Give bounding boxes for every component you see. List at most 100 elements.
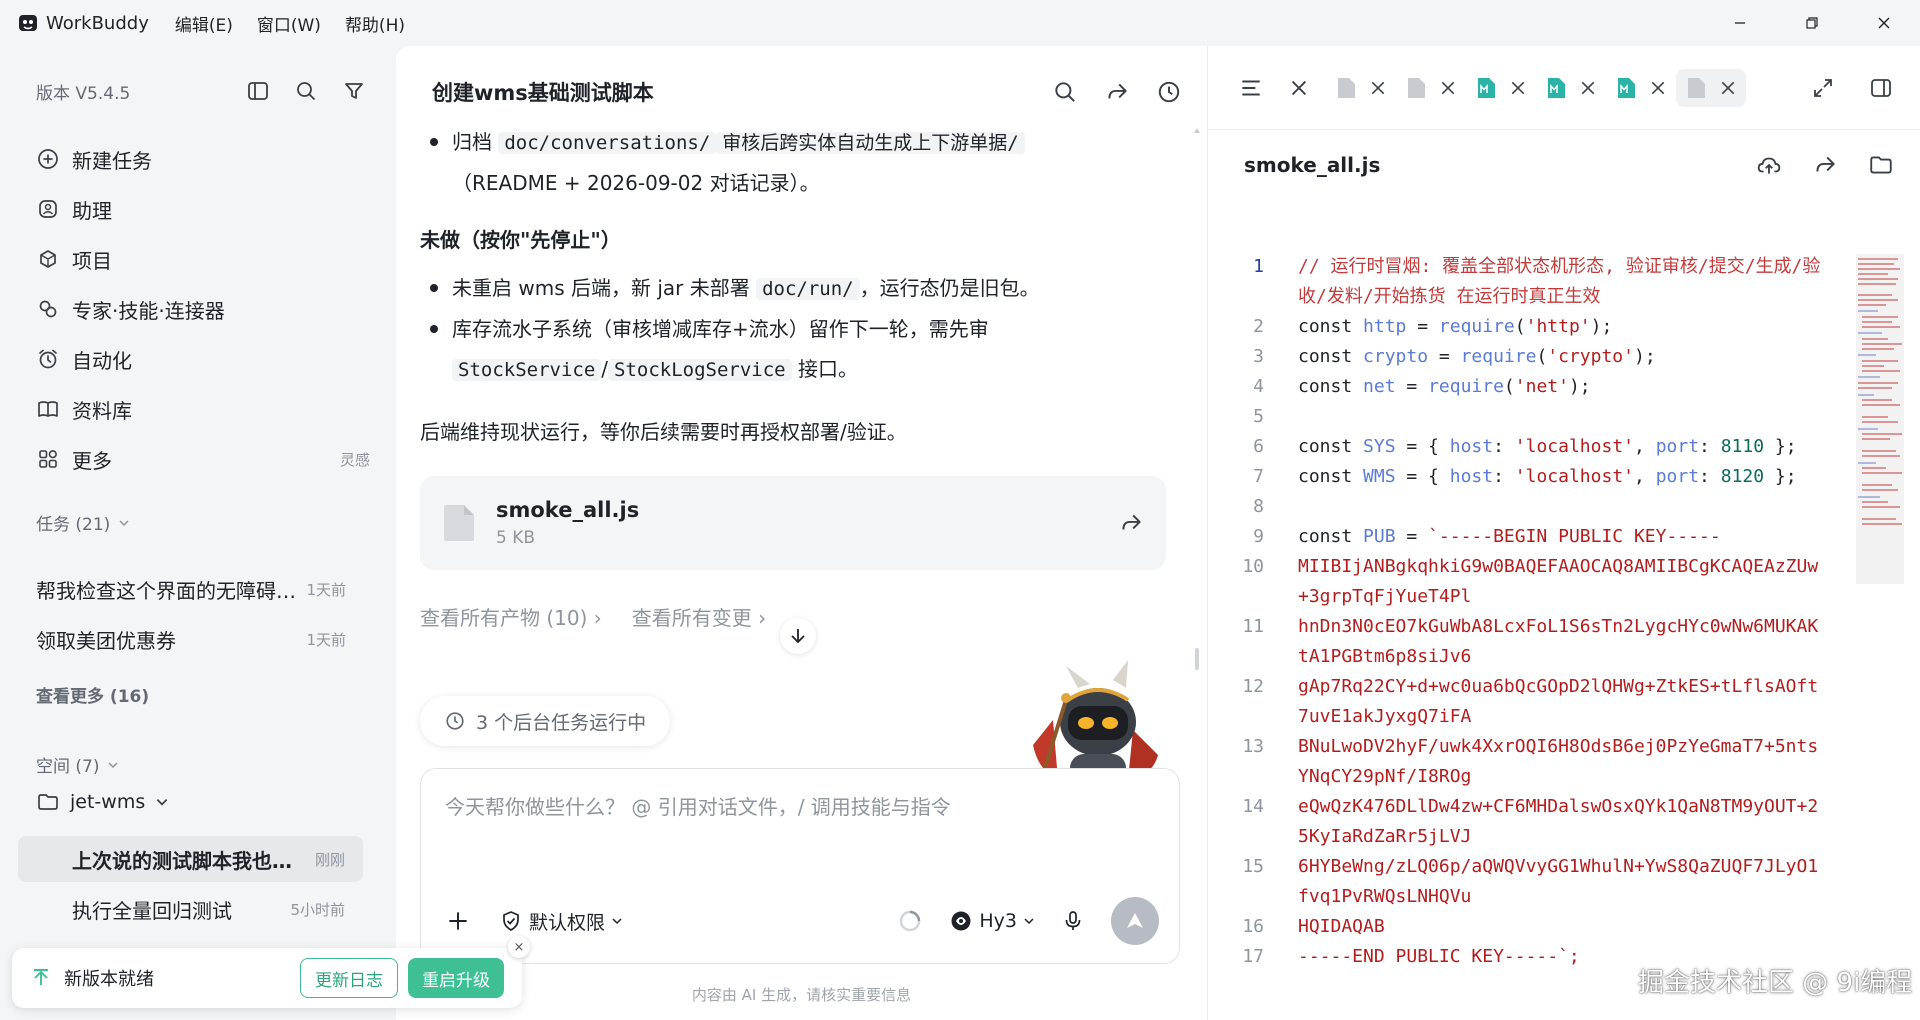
share-icon[interactable] [1118,510,1144,536]
version-label: 版本 V5.4.5 [36,83,131,104]
changelog-button[interactable]: 更新日志 [300,958,398,998]
markdown-file-icon [1548,77,1565,98]
preview-tab[interactable] [1406,77,1456,99]
alarm-clock-icon [39,349,57,369]
nav-new-task[interactable]: 新建任务 [36,134,366,184]
menu-help[interactable]: 帮助(H) [345,11,405,36]
line-number: 17 [1242,946,1264,967]
task-row[interactable]: 帮我检查这个界面的无障碍问题 1天前 [36,564,346,614]
preview-tab[interactable] [1546,77,1596,99]
chevron-down-icon [1024,918,1034,925]
nav-assistant[interactable]: 助理 [36,184,366,234]
spaces-section-header[interactable]: 空间 (7) [36,752,119,777]
menu-edit[interactable]: 编辑(E) [175,11,233,36]
preview-tab[interactable] [1616,77,1666,99]
app-name: WorkBuddy [46,12,149,34]
task-title: 帮我检查这个界面的无障碍问题 [36,578,297,603]
send-button[interactable] [1111,897,1159,945]
preview-tab[interactable] [1476,77,1526,99]
minimize-button[interactable] [1704,0,1776,46]
title-bar: WorkBuddy 编辑(E) 窗口(W) 帮助(H) [0,0,1920,46]
space-task-active[interactable]: 上次说的测试脚本我也要一下 刚刚 [18,836,363,882]
see-more-tasks[interactable]: 查看更多 (16) [36,682,149,707]
message-undone-list: 未重启 wms 后端，新 jar 未部署 doc/run/，运行态仍是旧包。 库… [420,268,1180,390]
microphone-icon[interactable] [1061,909,1085,933]
code-line: 8 [1228,492,1828,522]
view-all-changes-link[interactable]: 查看所有变更 › [632,602,766,631]
background-tasks-pill[interactable]: 3 个后台任务运行中 [420,696,671,746]
code-token: = [1406,316,1439,337]
file-attachment-card[interactable]: smoke_all.js 5 KB [420,476,1166,570]
upload-cloud-icon[interactable] [1756,152,1782,178]
code-token: = [1395,526,1429,547]
scroll-to-bottom-button[interactable] [780,618,816,654]
share-icon[interactable] [1104,79,1130,105]
undone-text: 库存流水子系统（审核增减库存+流水）留作下一轮，需先审 [452,317,989,341]
code-token: host [1449,436,1494,457]
close-icon[interactable] [1580,80,1596,96]
attachment-name: smoke_all.js [496,498,640,522]
filter-icon[interactable] [342,79,366,103]
restore-button[interactable] [1776,0,1848,46]
code-minimap[interactable] [1856,254,1904,584]
search-icon[interactable] [1052,79,1078,105]
chat-input-placeholder[interactable]: 今天帮你做些什么？ @ 引用对话文件，/ 调用技能与指令 [445,791,951,820]
line-number: 6 [1253,436,1264,457]
model-selector[interactable]: Hy3 [949,909,1035,933]
code-line: 9 const PUB = `-----BEGIN PUBLIC KEY----- [1228,522,1828,552]
assistant-icon [39,200,57,218]
panel-toggle-icon[interactable] [1869,76,1893,100]
nav-project[interactable]: 项目 [36,234,366,284]
restart-upgrade-button[interactable]: 重启升级 [408,958,504,998]
nav-expert[interactable]: 专家·技能·连接器 [36,284,366,334]
preview-tab-active[interactable] [1676,68,1746,107]
share-icon[interactable] [1812,152,1838,178]
space-folder-jet-wms[interactable]: jet-wms [36,790,169,814]
code-line: 16 HQIDAQAB [1228,912,1828,942]
tasks-section-header[interactable]: 任务 (21) [36,510,130,535]
history-icon[interactable] [1156,79,1182,105]
menu-window[interactable]: 窗口(W) [257,11,321,36]
nav-automation[interactable]: 自动化 [36,334,366,384]
task-row[interactable]: 领取美团优惠券 1天前 [36,614,346,664]
menu-lines-icon[interactable] [1238,75,1264,101]
toast-close-button[interactable]: × [508,936,530,958]
chat-input-box[interactable]: 今天帮你做些什么？ @ 引用对话文件，/ 调用技能与指令 默认权限 Hy3 [420,768,1180,964]
close-icon[interactable] [1720,80,1736,96]
code-text: eQwQzK476DLlDw4zw+CF6MHDalswOsxQYk1QaN8T… [1298,792,1828,852]
nav-more[interactable]: 更多 灵感 [36,434,370,484]
code-token: , [1634,466,1656,487]
undone-text: 未重启 wms 后端，新 jar 未部署 [452,276,750,300]
close-window-button[interactable] [1848,0,1920,46]
list-item: 库存流水子系统（审核增减库存+流水）留作下一轮，需先审 StockService… [420,309,1180,390]
code-viewer[interactable]: 1 // 运行时冒烟: 覆盖全部状态机形态, 验证审核/提交/生成/验收/发料/开… [1228,252,1828,972]
preview-tab[interactable] [1336,77,1386,99]
line-number: 7 [1253,466,1264,487]
nav-library[interactable]: 资料库 [36,384,366,434]
line-number: 16 [1242,916,1264,937]
code-line: 5 [1228,402,1828,432]
nav-label: 助理 [72,198,112,223]
close-icon[interactable] [1510,80,1526,96]
inline-code: StockService [452,359,602,381]
add-icon[interactable] [445,908,471,934]
space-task[interactable]: 执行全量回归测试 5小时前 [18,886,363,932]
expand-icon[interactable] [1811,76,1835,100]
code-text: BNuLwoDV2hyF/uwk4XxrOQI6H8OdsB6ej0PzYeGm… [1298,732,1828,792]
permission-dropdown[interactable]: 默认权限 [499,908,623,935]
folder-icon [38,794,58,810]
sidebar-toggle-icon[interactable] [246,79,270,103]
markdown-file-icon [1478,77,1495,98]
close-icon[interactable] [1440,80,1456,96]
inspiration-link[interactable]: 灵感 [340,449,370,470]
input-toolbar: 默认权限 Hy3 [445,897,1159,945]
view-all-artifacts-link[interactable]: 查看所有产物 (10) › [420,602,602,631]
nav-label: 项目 [72,248,112,273]
search-icon[interactable] [294,79,318,103]
line-number: 4 [1253,376,1264,397]
close-icon[interactable] [1370,80,1386,96]
chat-scrollbar[interactable] [1194,128,1200,688]
close-icon[interactable] [1650,80,1666,96]
folder-icon[interactable] [1868,152,1894,178]
close-icon[interactable] [1290,79,1308,97]
